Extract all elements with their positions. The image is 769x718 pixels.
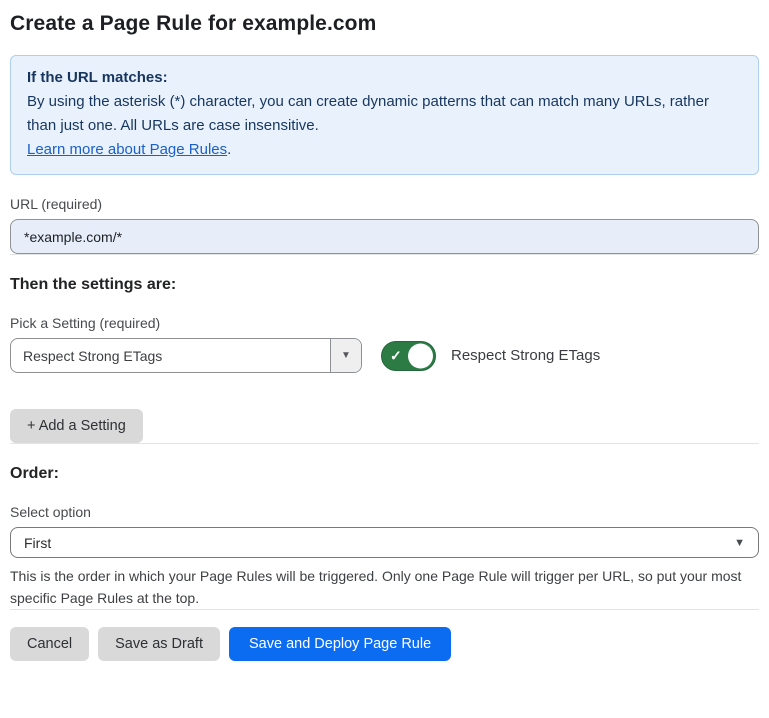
cancel-button[interactable]: Cancel <box>10 627 89 661</box>
pick-setting-label: Pick a Setting (required) <box>10 315 759 331</box>
url-input[interactable] <box>10 219 759 254</box>
setting-row: Respect Strong ETags ▼ ✓ Respect Strong … <box>10 338 759 373</box>
link-suffix: . <box>227 141 231 158</box>
page-title: Create a Page Rule for example.com <box>10 12 759 36</box>
order-select-label: Select option <box>10 504 759 520</box>
setting-dropdown-value: Respect Strong ETags <box>11 339 330 372</box>
footer-actions: Cancel Save as Draft Save and Deploy Pag… <box>10 627 759 661</box>
order-section-heading: Order: <box>10 465 759 483</box>
toggle-knob <box>408 343 433 368</box>
footer-divider <box>10 609 759 610</box>
save-draft-button[interactable]: Save as Draft <box>98 627 220 661</box>
chevron-down-icon: ▼ <box>341 350 351 361</box>
info-box-body: By using the asterisk (*) character, you… <box>27 90 742 138</box>
section-divider <box>10 443 759 444</box>
etag-toggle-group: ✓ Respect Strong ETags <box>381 341 600 371</box>
order-select[interactable]: First ▼ <box>10 527 759 558</box>
url-field-label: URL (required) <box>10 196 759 212</box>
add-setting-button[interactable]: + Add a Setting <box>10 409 143 443</box>
section-divider <box>10 254 759 255</box>
info-box-heading: If the URL matches: <box>27 66 742 90</box>
etag-toggle-label: Respect Strong ETags <box>451 347 600 364</box>
dropdown-arrow-button[interactable]: ▼ <box>330 339 361 372</box>
order-help-text: This is the order in which your Page Rul… <box>10 565 755 609</box>
url-match-info-box: If the URL matches: By using the asteris… <box>10 55 759 175</box>
learn-more-link[interactable]: Learn more about Page Rules <box>27 141 227 158</box>
setting-dropdown[interactable]: Respect Strong ETags ▼ <box>10 338 362 373</box>
etag-toggle[interactable]: ✓ <box>381 341 436 371</box>
order-select-value: First <box>24 535 734 551</box>
save-deploy-button[interactable]: Save and Deploy Page Rule <box>229 627 451 661</box>
chevron-down-icon: ▼ <box>734 537 745 549</box>
info-box-link-line: Learn more about Page Rules. <box>27 138 742 162</box>
check-icon: ✓ <box>390 348 402 362</box>
settings-section-heading: Then the settings are: <box>10 276 759 294</box>
